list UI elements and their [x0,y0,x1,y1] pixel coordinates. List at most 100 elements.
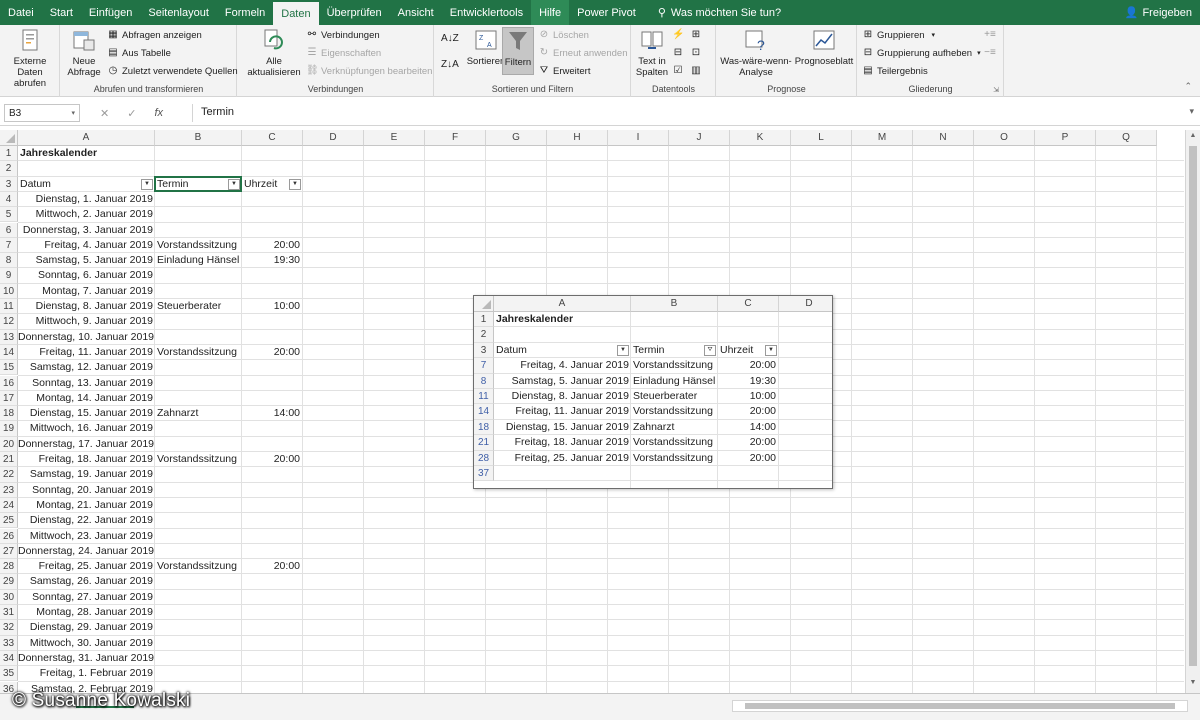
date-cell[interactable]: Freitag, 1. Februar 2019 [18,666,153,681]
verknuepfungen-button[interactable]: ⛓ Verknüpfungen bearbeiten [306,65,432,77]
date-cell[interactable]: Donnerstag, 17. Januar 2019 [18,437,154,452]
column-header[interactable]: N [913,130,974,146]
sort-az-button[interactable]: A↓Z [441,33,459,44]
insert-function-icon[interactable]: fx [154,107,163,119]
teilergebnis-button[interactable]: ▤ Teilergebnis [862,65,927,77]
date-cell[interactable]: Datum [20,177,51,192]
date-cell[interactable]: Sonntag, 13. Januar 2019 [18,376,153,391]
date-cell[interactable]: Freitag, 18. Januar 2019 [18,452,153,467]
appointment-cell[interactable]: Vorstandssitzung [157,559,237,574]
erneut-anwenden-button[interactable]: ↻ Erneut anwenden [538,47,628,59]
time-cell[interactable]: 20:00 [242,345,300,360]
tab-power-pivot[interactable]: Power Pivot [569,0,644,25]
prognoseblatt-button[interactable]: Prognoseblatt [793,27,855,67]
date-cell[interactable]: Samstag, 19. Januar 2019 [18,467,153,482]
verbindungen-button[interactable]: ⚯ Verbindungen [306,29,380,41]
row-header[interactable]: 29 [0,574,18,590]
row-header[interactable]: 27 [0,543,18,560]
date-cell[interactable]: Mittwoch, 2. Januar 2019 [18,207,153,222]
column-header[interactable]: O [974,130,1035,146]
date-cell[interactable]: Sonntag, 6. Januar 2019 [18,268,153,283]
time-cell[interactable]: 19:30 [242,253,300,268]
tab-daten[interactable]: Daten [273,0,319,25]
date-cell[interactable]: Sonntag, 20. Januar 2019 [18,483,153,498]
share-button[interactable]: 👤 Freigeben [1125,0,1192,25]
date-cell[interactable]: Dienstag, 1. Januar 2019 [18,192,153,207]
row-header[interactable]: 14 [0,344,18,361]
row-header[interactable]: 25 [0,513,18,529]
show-detail-button[interactable]: +≡ [984,29,996,41]
name-box[interactable]: B3 ▾ [4,104,80,122]
date-cell[interactable]: Freitag, 25. Januar 2019 [18,559,153,574]
column-header[interactable]: Q [1096,130,1157,146]
column-header[interactable]: A [18,130,155,146]
tab-einfuegen[interactable]: Einfügen [81,0,140,25]
column-header[interactable]: F [425,130,486,146]
row-header[interactable]: 11 [0,299,18,315]
tab-seitenlayout[interactable]: Seitenlayout [140,0,217,25]
date-cell[interactable]: Dienstag, 15. Januar 2019 [18,406,153,421]
hide-detail-button[interactable]: −≡ [984,47,996,59]
date-cell[interactable]: Mittwoch, 16. Januar 2019 [18,421,153,436]
remove-duplicates-button[interactable]: ⊟ [672,47,684,59]
tab-ansicht[interactable]: Ansicht [390,0,442,25]
column-header[interactable]: M [852,130,913,146]
time-cell[interactable]: 20:00 [242,559,300,574]
appointment-cell[interactable]: Einladung Hänsel [157,253,239,268]
row-header[interactable]: 13 [0,329,18,345]
tab-datei[interactable]: Datei [0,0,42,25]
row-header[interactable]: 22 [0,467,18,483]
appointment-cell[interactable]: Vorstandssitzung [157,238,237,253]
row-header[interactable]: 2 [0,161,18,177]
row-header[interactable]: 12 [0,314,18,330]
row-header[interactable]: 24 [0,497,18,514]
date-cell[interactable]: Dienstag, 8. Januar 2019 [18,299,153,314]
column-header[interactable]: E [364,130,425,146]
time-cell[interactable]: 10:00 [242,299,300,314]
date-cell[interactable]: Mittwoch, 30. Januar 2019 [18,636,153,651]
row-header[interactable]: 17 [0,390,18,407]
expand-formula-bar-icon[interactable]: ▾ [1189,106,1194,117]
row-header[interactable]: 26 [0,528,18,544]
tab-hilfe[interactable]: Hilfe [531,0,570,25]
sheet-title[interactable]: Jahreskalender [20,146,97,161]
data-validation-button[interactable]: ☑ [672,65,684,77]
date-cell[interactable]: Mittwoch, 9. Januar 2019 [18,314,153,329]
column-header[interactable]: L [791,130,852,146]
neue-abfrage-button[interactable]: Neue Abfrage [65,27,103,78]
column-header[interactable]: D [303,130,364,146]
row-header[interactable]: 23 [0,482,18,498]
appointment-cell[interactable]: Zahnarzt [157,406,198,421]
eigenschaften-button[interactable]: ☰ Eigenschaften [306,47,382,59]
column-header[interactable]: I [608,130,669,146]
row-header[interactable]: 9 [0,268,18,284]
date-cell[interactable]: Freitag, 4. Januar 2019 [18,238,153,253]
vertical-scroll-thumb[interactable] [1189,146,1197,666]
relationships-button[interactable]: ⊡ [690,47,702,59]
column-header[interactable]: G [486,130,547,146]
row-header[interactable]: 30 [0,589,18,605]
date-cell[interactable]: Montag, 7. Januar 2019 [18,284,153,299]
row-header[interactable]: 28 [0,559,18,575]
row-header[interactable]: 31 [0,605,18,621]
tab-entwicklertools[interactable]: Entwicklertools [442,0,531,25]
appointment-cell[interactable]: Steuerberater [157,299,221,314]
row-header[interactable]: 32 [0,620,18,636]
date-cell[interactable]: Donnerstag, 24. Januar 2019 [18,544,154,559]
column-header[interactable]: P [1035,130,1096,146]
date-cell[interactable]: Freitag, 11. Januar 2019 [18,345,153,360]
confirm-icon[interactable]: ✓ [127,107,136,120]
gruppierung-aufheben-button[interactable]: ⊟ Gruppierung aufheben ▾ [862,47,981,59]
cancel-icon[interactable]: ✕ [100,107,109,120]
time-cell[interactable]: 14:00 [242,406,300,421]
tab-start[interactable]: Start [42,0,81,25]
row-header[interactable]: 19 [0,421,18,437]
vertical-scrollbar[interactable]: ▲ ▼ [1185,130,1200,693]
row-header[interactable]: 3 [0,176,18,192]
formula-input[interactable]: Termin [192,104,1182,122]
alle-aktualisieren-button[interactable]: Alle aktualisieren [242,27,306,78]
row-header[interactable]: 16 [0,375,18,391]
sort-za-button[interactable]: Z↓A [441,59,459,70]
date-cell[interactable]: Montag, 21. Januar 2019 [18,498,153,513]
date-cell[interactable]: Samstag, 12. Januar 2019 [18,360,153,375]
